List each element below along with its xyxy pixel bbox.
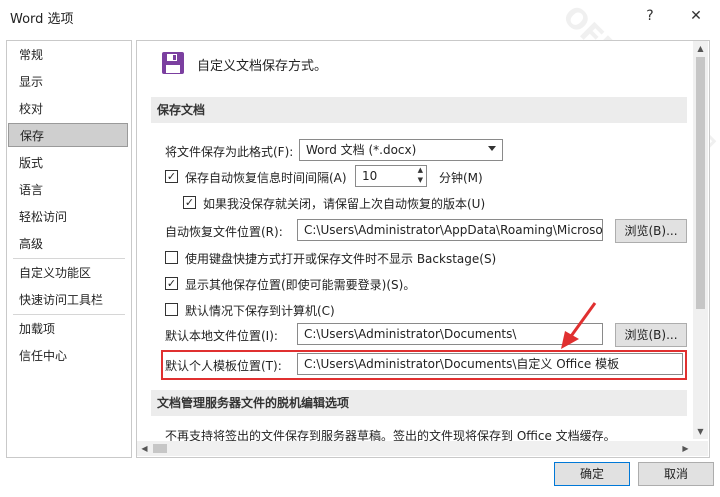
local-browse-button[interactable]: 浏览(B)... — [615, 323, 687, 347]
help-button[interactable]: ? — [636, 4, 664, 28]
keep-last-version-label: 如果我没保存就关闭，请保留上次自动恢复的版本(U) — [203, 197, 486, 211]
close-icon: ✕ — [690, 8, 702, 24]
save-disk-icon — [162, 52, 184, 74]
close-button[interactable]: ✕ — [682, 4, 710, 28]
save-format-value: Word 文档 (*.docx) — [306, 143, 417, 157]
sidebar-item-proofing[interactable]: 校对 — [8, 97, 128, 121]
show-other-locations-label: 显示其他保存位置(即使可能需要登录)(S)。 — [185, 278, 416, 292]
save-to-computer-checkbox[interactable] — [165, 303, 178, 316]
checkmark-icon: ✓ — [184, 196, 195, 209]
no-backstage-checkbox[interactable] — [165, 251, 178, 264]
ok-button[interactable]: 确定 — [554, 462, 630, 486]
sidebar-item-language[interactable]: 语言 — [8, 178, 128, 202]
sidebar-item-addins[interactable]: 加载项 — [8, 317, 128, 341]
save-options-panel: 自定义文档保存方式。 保存文档 将文件保存为此格式(F): Word 文档 (*… — [136, 40, 710, 458]
save-format-label: 将文件保存为此格式(F): — [165, 145, 294, 159]
keep-last-version-checkbox[interactable]: ✓ — [183, 196, 196, 209]
sidebar-divider — [13, 258, 125, 259]
sidebar-item-layout[interactable]: 版式 — [8, 151, 128, 175]
horizontal-scroll-thumb[interactable] — [153, 444, 167, 453]
sidebar-item-display[interactable]: 显示 — [8, 70, 128, 94]
save-to-computer-label: 默认情况下保存到计算机(C) — [185, 304, 335, 318]
red-arrow-icon — [561, 302, 597, 349]
sidebar-item-customize-ribbon[interactable]: 自定义功能区 — [8, 261, 128, 285]
local-location-label: 默认本地文件位置(I): — [165, 329, 278, 343]
spinner-down-icon[interactable]: ▼ — [418, 176, 423, 185]
no-backstage-label: 使用键盘快捷方式打开或保存文件时不显示 Backstage(S) — [185, 252, 497, 266]
window-title: Word 选项 — [10, 12, 74, 27]
section-header-offline-editing: 文档管理服务器文件的脱机编辑选项 — [151, 390, 687, 416]
sidebar-item-quick-access-toolbar[interactable]: 快速访问工具栏 — [8, 288, 128, 312]
sidebar-item-advanced[interactable]: 高级 — [8, 232, 128, 256]
sidebar-item-trust-center[interactable]: 信任中心 — [8, 344, 128, 368]
show-other-locations-checkbox[interactable]: ✓ — [165, 277, 178, 290]
sidebar-item-general[interactable]: 常规 — [8, 43, 128, 67]
save-format-dropdown[interactable]: Word 文档 (*.docx) — [299, 139, 503, 161]
autorecover-minutes-spinner[interactable]: 10 ▲ ▼ — [355, 165, 427, 187]
page-header-text: 自定义文档保存方式。 — [197, 59, 328, 74]
dropdown-arrow-icon — [488, 146, 496, 151]
highlight-box — [161, 350, 687, 380]
options-sidebar: 常规 显示 校对 保存 版式 语言 轻松访问 高级 自定义功能区 快速访问工具栏… — [6, 40, 132, 458]
autorecover-unit: 分钟(M) — [439, 171, 483, 185]
checkmark-icon: ✓ — [166, 170, 177, 183]
autorecover-location-label: 自动恢复文件位置(R): — [165, 225, 283, 239]
vertical-scrollbar[interactable]: ▲ ▼ — [693, 41, 708, 439]
sidebar-divider — [13, 314, 125, 315]
section-header-save-documents: 保存文档 — [151, 97, 687, 123]
vertical-scroll-thumb[interactable] — [696, 57, 705, 309]
sidebar-item-accessibility[interactable]: 轻松访问 — [8, 205, 128, 229]
autorecover-checkbox[interactable]: ✓ — [165, 170, 178, 183]
horizontal-scrollbar[interactable]: ◀ ▶ — [137, 441, 693, 456]
autorecover-browse-button[interactable]: 浏览(B)... — [615, 219, 687, 243]
spinner-up-icon[interactable]: ▲ — [418, 166, 423, 175]
cancel-button[interactable]: 取消 — [638, 462, 714, 486]
checkmark-icon: ✓ — [166, 277, 177, 290]
scroll-right-icon[interactable]: ▶ — [678, 441, 693, 456]
scroll-down-icon[interactable]: ▼ — [693, 424, 708, 439]
scroll-up-icon[interactable]: ▲ — [693, 41, 708, 56]
help-icon: ? — [646, 8, 654, 24]
autorecover-location-input[interactable]: C:\Users\Administrator\AppData\Roaming\M… — [297, 219, 603, 241]
scrollbar-corner — [693, 441, 708, 456]
scroll-left-icon[interactable]: ◀ — [137, 441, 152, 456]
autorecover-minutes-value: 10 — [362, 169, 378, 183]
autorecover-label: 保存自动恢复信息时间间隔(A) — [185, 171, 347, 185]
sidebar-item-save[interactable]: 保存 — [8, 123, 128, 147]
